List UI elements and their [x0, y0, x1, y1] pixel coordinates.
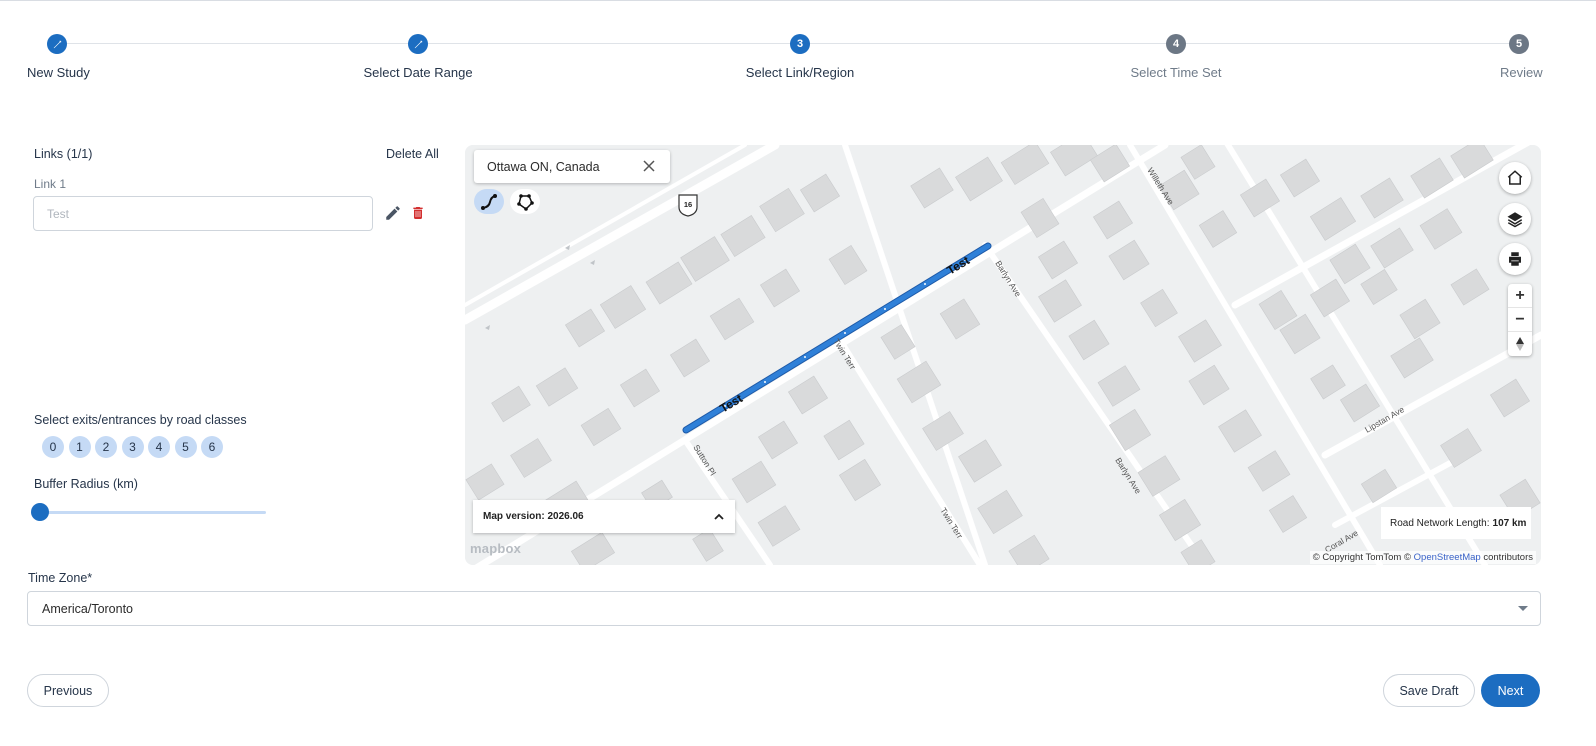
dropdown-arrow-icon	[1518, 606, 1528, 611]
copyright-prefix: © Copyright TomTom ©	[1312, 552, 1411, 563]
map-version-label: Map version: 2026.06	[483, 511, 584, 522]
road-class-chips: 0 1 2 3 4 5 6	[42, 436, 228, 458]
draw-polygon-tool-button[interactable]	[510, 189, 540, 214]
road-class-chip[interactable]: 2	[95, 436, 117, 458]
road-class-chip[interactable]: 1	[68, 436, 91, 458]
line-draw-icon	[481, 193, 497, 210]
compass-icon	[1516, 337, 1524, 351]
road-class-chip[interactable]: 6	[201, 436, 223, 458]
link-label: Link 1	[34, 177, 67, 191]
road-class-chip[interactable]: 5	[174, 436, 197, 458]
step-number: 3	[790, 34, 810, 54]
polygon-draw-icon	[517, 193, 534, 211]
time-zone-label: Time Zone*	[28, 571, 93, 585]
step-label: New Study	[27, 65, 90, 80]
step-label: Select Time Set	[1130, 65, 1222, 80]
print-icon	[1509, 252, 1521, 266]
step-review[interactable]: 5 Review	[1500, 34, 1543, 80]
next-button[interactable]: Next	[1481, 674, 1540, 707]
close-icon[interactable]	[642, 159, 656, 173]
layers-button[interactable]	[1499, 203, 1531, 235]
step-select-time-set[interactable]: 4 Select Time Set	[1096, 34, 1256, 80]
step-select-link-region[interactable]: 3 Select Link/Region	[720, 34, 880, 80]
print-button[interactable]	[1499, 243, 1531, 275]
zoom-controls: + −	[1508, 284, 1532, 356]
highway-shield-number: 16	[684, 200, 692, 209]
road-class-chip[interactable]: 4	[148, 436, 170, 458]
home-button[interactable]	[1499, 162, 1531, 194]
pencil-icon	[47, 34, 67, 54]
edit-link-button[interactable]	[384, 204, 402, 222]
road-network-value: 107 km	[1492, 517, 1527, 529]
wizard-stepper: New Study Select Date Range 3 Select Lin…	[0, 0, 1596, 100]
mapbox-logo[interactable]: mapbox	[470, 541, 521, 556]
links-title: Links (1/1)	[34, 147, 93, 161]
openstreetmap-link[interactable]: OpenStreetMap	[1414, 552, 1481, 563]
step-number: 5	[1509, 34, 1529, 54]
previous-button[interactable]: Previous	[27, 674, 109, 707]
map-search-box[interactable]: Ottawa ON, Canada	[474, 150, 670, 183]
map-copyright: © Copyright TomTom © OpenStreetMap contr…	[1309, 551, 1536, 564]
step-number: 4	[1166, 34, 1186, 54]
road-classes-title: Select exits/entrances by road classes	[34, 413, 247, 427]
map-search-value: Ottawa ON, Canada	[487, 159, 600, 174]
pencil-icon	[386, 206, 400, 220]
trash-icon	[413, 207, 423, 219]
compass-button[interactable]	[1508, 332, 1532, 356]
buffer-radius-slider-thumb[interactable]	[31, 503, 49, 521]
highway-shield-icon: 16	[678, 194, 698, 217]
layers-icon	[1507, 212, 1523, 228]
step-label: Select Link/Region	[745, 65, 855, 80]
save-draft-button[interactable]: Save Draft	[1383, 674, 1475, 707]
map-version-panel[interactable]: Map version: 2026.06	[473, 500, 735, 533]
delete-link-button[interactable]	[410, 204, 428, 222]
zoom-out-button[interactable]: −	[1508, 308, 1532, 332]
road-network-length: Road Network Length: 107 km	[1381, 507, 1531, 539]
step-label: Select Date Range	[363, 65, 473, 80]
zoom-in-button[interactable]: +	[1508, 284, 1532, 308]
draw-line-tool-button[interactable]	[474, 189, 504, 214]
road-class-chip[interactable]: 3	[121, 436, 144, 458]
delete-all-button[interactable]: Delete All	[386, 147, 439, 161]
link-name-input[interactable]	[33, 196, 373, 231]
road-network-label: Road Network Length:	[1390, 517, 1490, 529]
step-label: Review	[1500, 65, 1543, 80]
time-zone-value: America/Toronto	[42, 601, 134, 616]
step-new-study[interactable]: New Study	[27, 34, 90, 80]
home-icon	[1507, 170, 1523, 185]
time-zone-select[interactable]: America/Toronto	[27, 591, 1541, 626]
buffer-radius-slider-track[interactable]	[40, 511, 266, 514]
copyright-suffix: contributors	[1483, 552, 1533, 563]
buffer-radius-title: Buffer Radius (km)	[34, 477, 138, 491]
chevron-up-icon[interactable]	[713, 511, 725, 523]
pencil-icon	[408, 34, 428, 54]
road-class-chip[interactable]: 0	[42, 436, 64, 458]
step-select-date-range[interactable]: Select Date Range	[338, 34, 498, 80]
map-view[interactable]: 16 Test Test Willeth Ave Barlyn Ave Twin…	[465, 145, 1541, 565]
